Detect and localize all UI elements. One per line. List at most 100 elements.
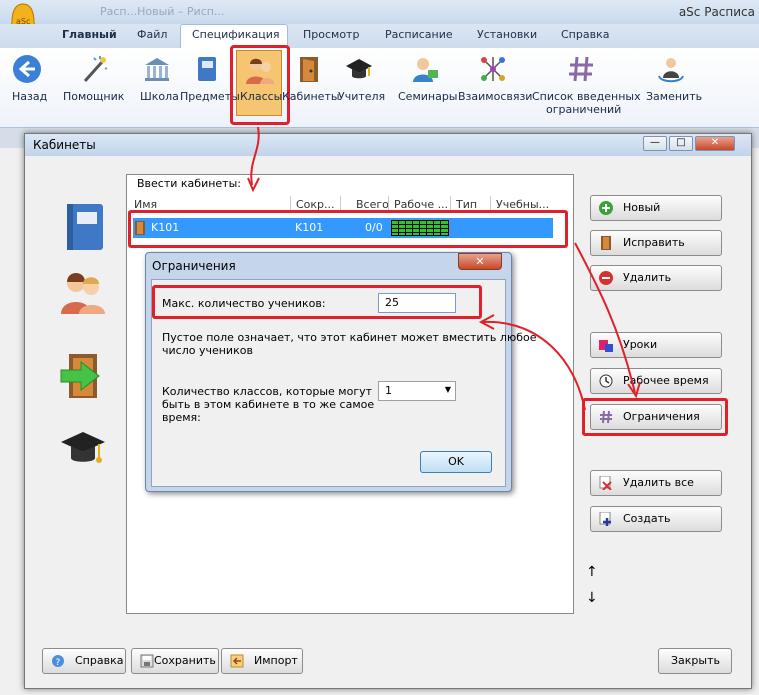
class-count-select[interactable]: 1 ▼	[378, 381, 456, 401]
dropdown-arrow-icon: ▼	[444, 385, 451, 394]
door-icon	[300, 57, 318, 82]
tab-settings[interactable]: Установки	[477, 28, 537, 41]
tab-main[interactable]: Главный	[62, 28, 117, 41]
menu-tabs: Главный Файл Спецификация Просмотр Распи…	[0, 24, 759, 49]
import-label: Импорт	[254, 654, 298, 667]
door-icon	[601, 236, 611, 250]
left-icon-column	[25, 156, 125, 626]
edit-button[interactable]: Исправить	[590, 230, 722, 256]
window-close-button[interactable]: ✕	[695, 136, 735, 151]
back-label: Назад	[12, 90, 48, 103]
maximize-button[interactable]: □	[669, 136, 693, 151]
tab-file[interactable]: Файл	[137, 28, 167, 41]
constraints-highlight	[582, 398, 728, 436]
close-button[interactable]: Закрыть	[658, 648, 732, 674]
note-line-2: число учеников	[162, 344, 253, 357]
delete-all-button[interactable]: Удалить все	[590, 470, 722, 496]
help-label: Справка	[75, 654, 124, 667]
lessons-button[interactable]: Уроки	[590, 332, 722, 358]
relations-label: Взаимосвязи	[458, 90, 533, 103]
students-icon[interactable]	[59, 266, 107, 316]
graduation-cap-icon[interactable]	[59, 426, 107, 472]
tab-help[interactable]: Справка	[561, 28, 609, 41]
replace-person-icon	[658, 58, 684, 83]
class-count-line-2: быть в этом кабинете в то же самое	[162, 398, 375, 411]
plus-icon	[599, 201, 613, 215]
class-count-line-3: время:	[162, 411, 201, 424]
back-button[interactable]: Назад	[8, 48, 48, 124]
school-label: Школа	[140, 90, 179, 103]
minus-icon	[599, 271, 613, 285]
rooms-list-label: Ввести кабинеты:	[137, 177, 241, 190]
replace-button[interactable]: Заменить	[644, 48, 703, 124]
faded-title: Расп...Новый – Рисп...	[100, 5, 225, 18]
minimize-button[interactable]: —	[643, 136, 667, 151]
create-label: Создать	[623, 512, 671, 525]
tab-spec[interactable]: Спецификация	[192, 28, 279, 41]
work-time-button[interactable]: Рабочее время	[590, 368, 722, 394]
arrow-left-icon	[13, 55, 41, 83]
create-button[interactable]: Создать	[590, 506, 722, 532]
delete-button[interactable]: Удалить	[590, 265, 722, 291]
window-titlebar: Кабинеты — □ ✕	[25, 134, 751, 156]
lessons-label: Уроки	[623, 338, 658, 351]
class-count-line-1: Количество классов, которые могут	[162, 385, 373, 398]
delete-all-label: Удалить все	[623, 476, 694, 489]
relations-button[interactable]: Взаимосвязи	[458, 48, 533, 124]
save-label: Сохранить	[154, 654, 216, 667]
new-label: Новый	[623, 201, 661, 214]
seminar-person-icon	[413, 58, 438, 82]
wizard-label: Помощник	[63, 90, 125, 103]
save-button[interactable]: Сохранить	[131, 648, 219, 674]
door-arrow-icon[interactable]	[59, 352, 107, 400]
save-icon	[140, 654, 154, 668]
close-label: Закрыть	[671, 654, 720, 667]
work-time-label: Рабочее время	[623, 374, 709, 387]
rooms-button[interactable]: Кабинеты	[282, 48, 340, 124]
dialog-close-button[interactable]: ✕	[458, 253, 502, 270]
teachers-label: Учителя	[338, 90, 386, 103]
classes-highlight	[230, 45, 290, 125]
import-button[interactable]: Импорт	[221, 648, 303, 674]
replace-label: Заменить	[646, 90, 703, 103]
tab-timetable[interactable]: Расписание	[385, 28, 453, 41]
subjects-button[interactable]: Предметы	[180, 48, 240, 124]
delete-all-icon	[599, 476, 612, 490]
seminars-button[interactable]: Семинары	[396, 48, 458, 124]
import-icon	[230, 654, 244, 668]
help-button[interactable]: ? Справка	[42, 648, 126, 674]
title-bar: aSc Расписа Расп...Новый – Рисп...	[0, 0, 759, 24]
window-title: Кабинеты	[33, 138, 96, 152]
row-highlight	[128, 210, 568, 248]
wizard-button[interactable]: Помощник	[62, 48, 126, 124]
hash-icon	[569, 56, 593, 82]
note-line-1: Пустое поле означает, что этот кабинет м…	[162, 331, 537, 344]
ok-button[interactable]: OK	[420, 451, 492, 473]
book-icon	[198, 57, 216, 81]
seminars-label: Семинары	[398, 90, 458, 103]
max-students-highlight	[152, 285, 482, 319]
graduation-cap-icon	[346, 59, 372, 79]
tab-view[interactable]: Просмотр	[303, 28, 359, 41]
constraints-dialog: Ограничения ✕ Макс. количество учеников:…	[145, 252, 536, 492]
school-building-icon	[145, 58, 169, 81]
delete-label: Удалить	[623, 271, 672, 284]
network-icon	[481, 57, 505, 81]
app-title: aSc Расписа	[678, 5, 755, 19]
constraints-list-button[interactable]: Список введенных ограничений	[532, 48, 641, 124]
edit-label: Исправить	[623, 236, 685, 249]
teachers-button[interactable]: Учителя	[336, 48, 386, 124]
move-down-icon[interactable]: ↓	[586, 590, 598, 606]
create-icon	[599, 512, 611, 526]
rooms-label: Кабинеты	[282, 90, 340, 103]
school-button[interactable]: Школа	[138, 48, 179, 124]
class-count-value: 1	[385, 384, 392, 397]
help-icon: ?	[52, 655, 64, 668]
constraints-label-1: Список введенных	[532, 90, 641, 103]
move-up-icon[interactable]: ↑	[586, 564, 598, 580]
book-icon[interactable]	[63, 202, 107, 252]
new-button[interactable]: Новый	[590, 195, 722, 221]
dialog-title: Ограничения	[152, 259, 236, 273]
magic-wand-icon	[83, 56, 108, 83]
lessons-icon	[599, 340, 613, 352]
